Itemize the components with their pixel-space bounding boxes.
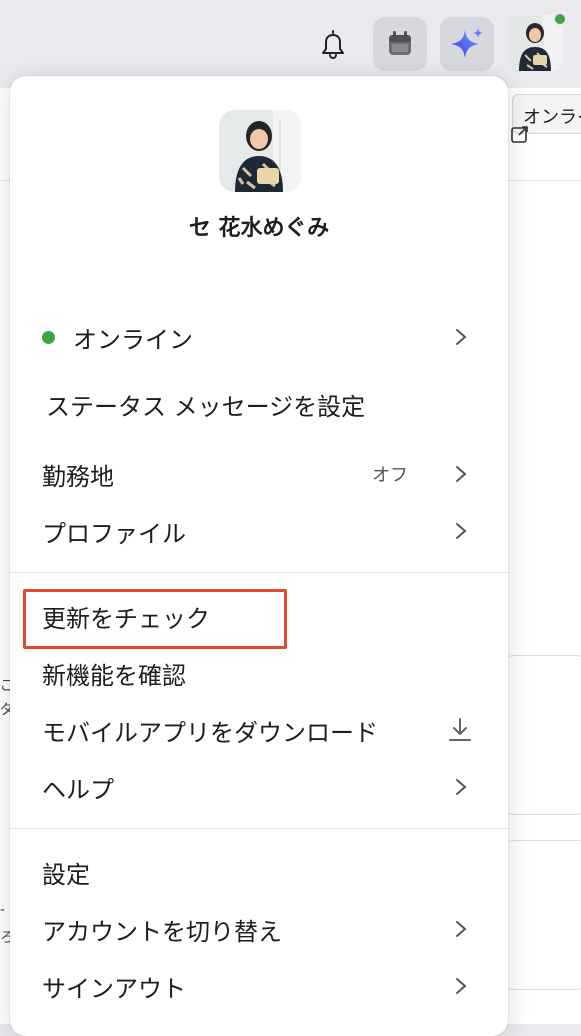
workplace-value: オフ xyxy=(372,465,408,486)
calendar-button[interactable] xyxy=(373,17,427,71)
calendar-icon xyxy=(389,31,411,55)
top-bar xyxy=(0,0,581,88)
profile-name: セ 花水めぐみ xyxy=(188,216,330,241)
menu-item-download-mobile[interactable]: モバイルアプリをダウンロード xyxy=(10,704,508,756)
ai-companion-button[interactable] xyxy=(440,17,494,71)
menu-item-label: サインアウト xyxy=(42,974,186,1003)
chevron-right-icon xyxy=(456,466,467,482)
menu-divider xyxy=(10,572,508,573)
menu-item-workplace[interactable]: 勤務地 オフ xyxy=(10,448,508,500)
menu-item-profile[interactable]: プロファイル xyxy=(10,505,508,557)
online-status-dot xyxy=(42,330,55,344)
menu-item-label: プロファイル xyxy=(42,519,186,548)
menu-item-settings[interactable]: 設定 xyxy=(10,846,508,898)
chevron-right-icon xyxy=(456,921,467,937)
download-icon xyxy=(449,718,471,741)
menu-item-label: 新機能を確認 xyxy=(42,661,186,690)
profile-menu: セ 花水めぐみ オンライン ステータス メッセージを設定 勤務地 オフ プロファ… xyxy=(10,76,508,1036)
chevron-right-icon xyxy=(456,978,467,994)
menu-divider xyxy=(10,828,508,829)
avatar xyxy=(219,110,301,192)
menu-item-whats-new[interactable]: 新機能を確認 xyxy=(10,647,508,699)
background-card xyxy=(500,840,581,990)
highlight-box xyxy=(23,589,287,649)
background-text: - xyxy=(0,902,6,918)
profile-avatar[interactable] xyxy=(219,110,301,192)
chevron-right-icon xyxy=(456,523,467,539)
menu-item-online-status[interactable]: オンライン xyxy=(10,311,508,363)
menu-item-status-message[interactable]: ステータス メッセージを設定 xyxy=(10,378,508,430)
menu-item-help[interactable]: ヘルプ xyxy=(10,761,508,813)
chevron-right-icon xyxy=(456,329,467,345)
status-indicator xyxy=(553,12,567,26)
menu-item-switch-account[interactable]: アカウントを切り替え xyxy=(10,903,508,955)
menu-item-label: ステータス メッセージを設定 xyxy=(46,392,366,421)
menu-item-label: モバイルアプリをダウンロード xyxy=(42,718,378,747)
menu-item-label: アカウントを切り替え xyxy=(42,917,282,946)
external-link-icon xyxy=(511,126,528,143)
menu-item-sign-out[interactable]: サインアウト xyxy=(10,960,508,1012)
menu-item-label: オンライン xyxy=(73,325,193,354)
bell-icon xyxy=(322,30,344,59)
chevron-right-icon xyxy=(456,779,467,795)
menu-item-label: 設定 xyxy=(42,860,90,889)
menu-item-label: 勤務地 xyxy=(42,462,114,491)
notifications-button[interactable] xyxy=(306,17,360,71)
sparkle-icon xyxy=(451,28,483,58)
background-card xyxy=(500,655,581,815)
menu-item-label: ヘルプ xyxy=(42,775,114,804)
